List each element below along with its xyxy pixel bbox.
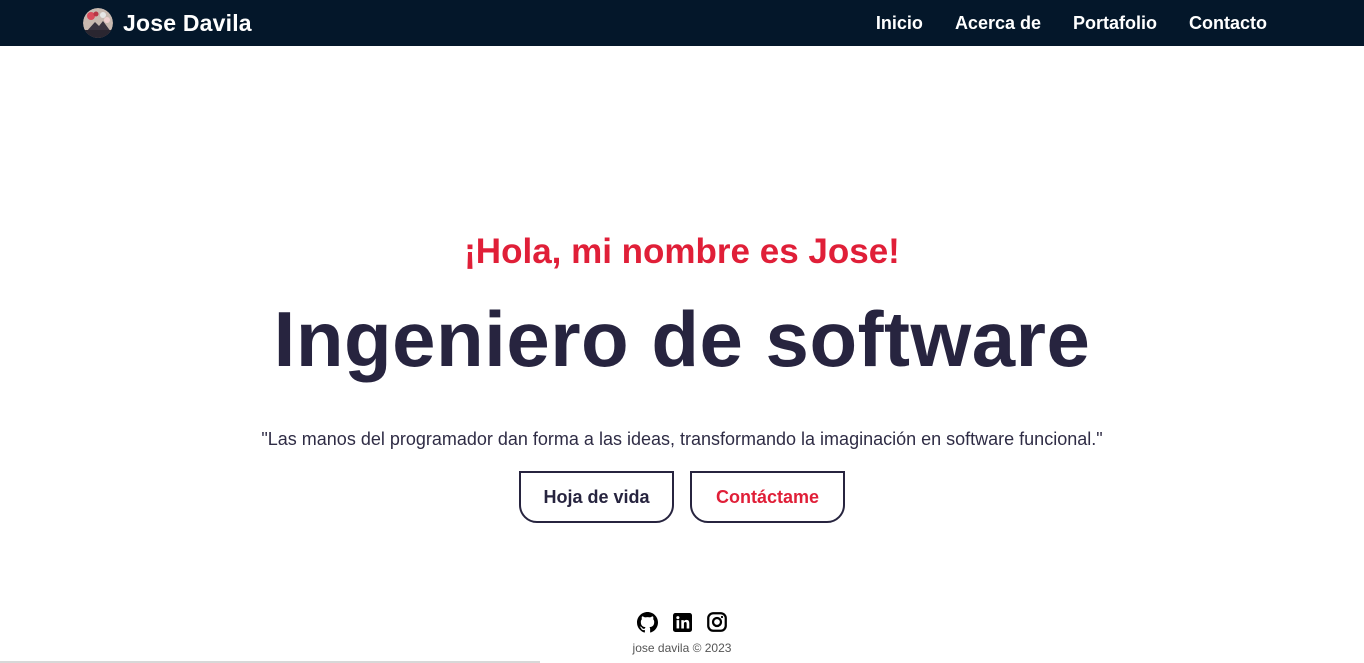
nav-links: Inicio Acerca de Portafolio Contacto	[844, 0, 1267, 46]
brand-name: Jose Davila	[123, 9, 252, 36]
hero-headline: Ingeniero de software	[273, 295, 1091, 383]
brand-link[interactable]: Jose Davila	[83, 8, 252, 38]
avatar	[83, 8, 113, 38]
top-navbar: Jose Davila Inicio Acerca de Portafolio …	[0, 0, 1364, 46]
nav-link-contacto[interactable]: Contacto	[1189, 13, 1267, 34]
social-links	[0, 611, 1364, 633]
instagram-icon[interactable]	[706, 611, 728, 633]
contact-button[interactable]: Contáctame	[690, 471, 845, 523]
nav-link-portafolio[interactable]: Portafolio	[1073, 13, 1157, 34]
hero-greeting: ¡Hola, mi nombre es Jose!	[464, 232, 900, 271]
github-icon[interactable]	[636, 611, 658, 633]
hero-quote: "Las manos del programador dan forma a l…	[261, 429, 1103, 449]
footer-copyright: jose davila © 2023	[632, 641, 732, 655]
cv-button[interactable]: Hoja de vida	[519, 471, 674, 523]
hero-buttons: Hoja de vida Contáctame	[0, 471, 1364, 523]
nav-link-inicio[interactable]: Inicio	[876, 13, 923, 34]
nav-link-acerca-de[interactable]: Acerca de	[955, 13, 1041, 34]
linkedin-icon[interactable]	[671, 611, 693, 633]
